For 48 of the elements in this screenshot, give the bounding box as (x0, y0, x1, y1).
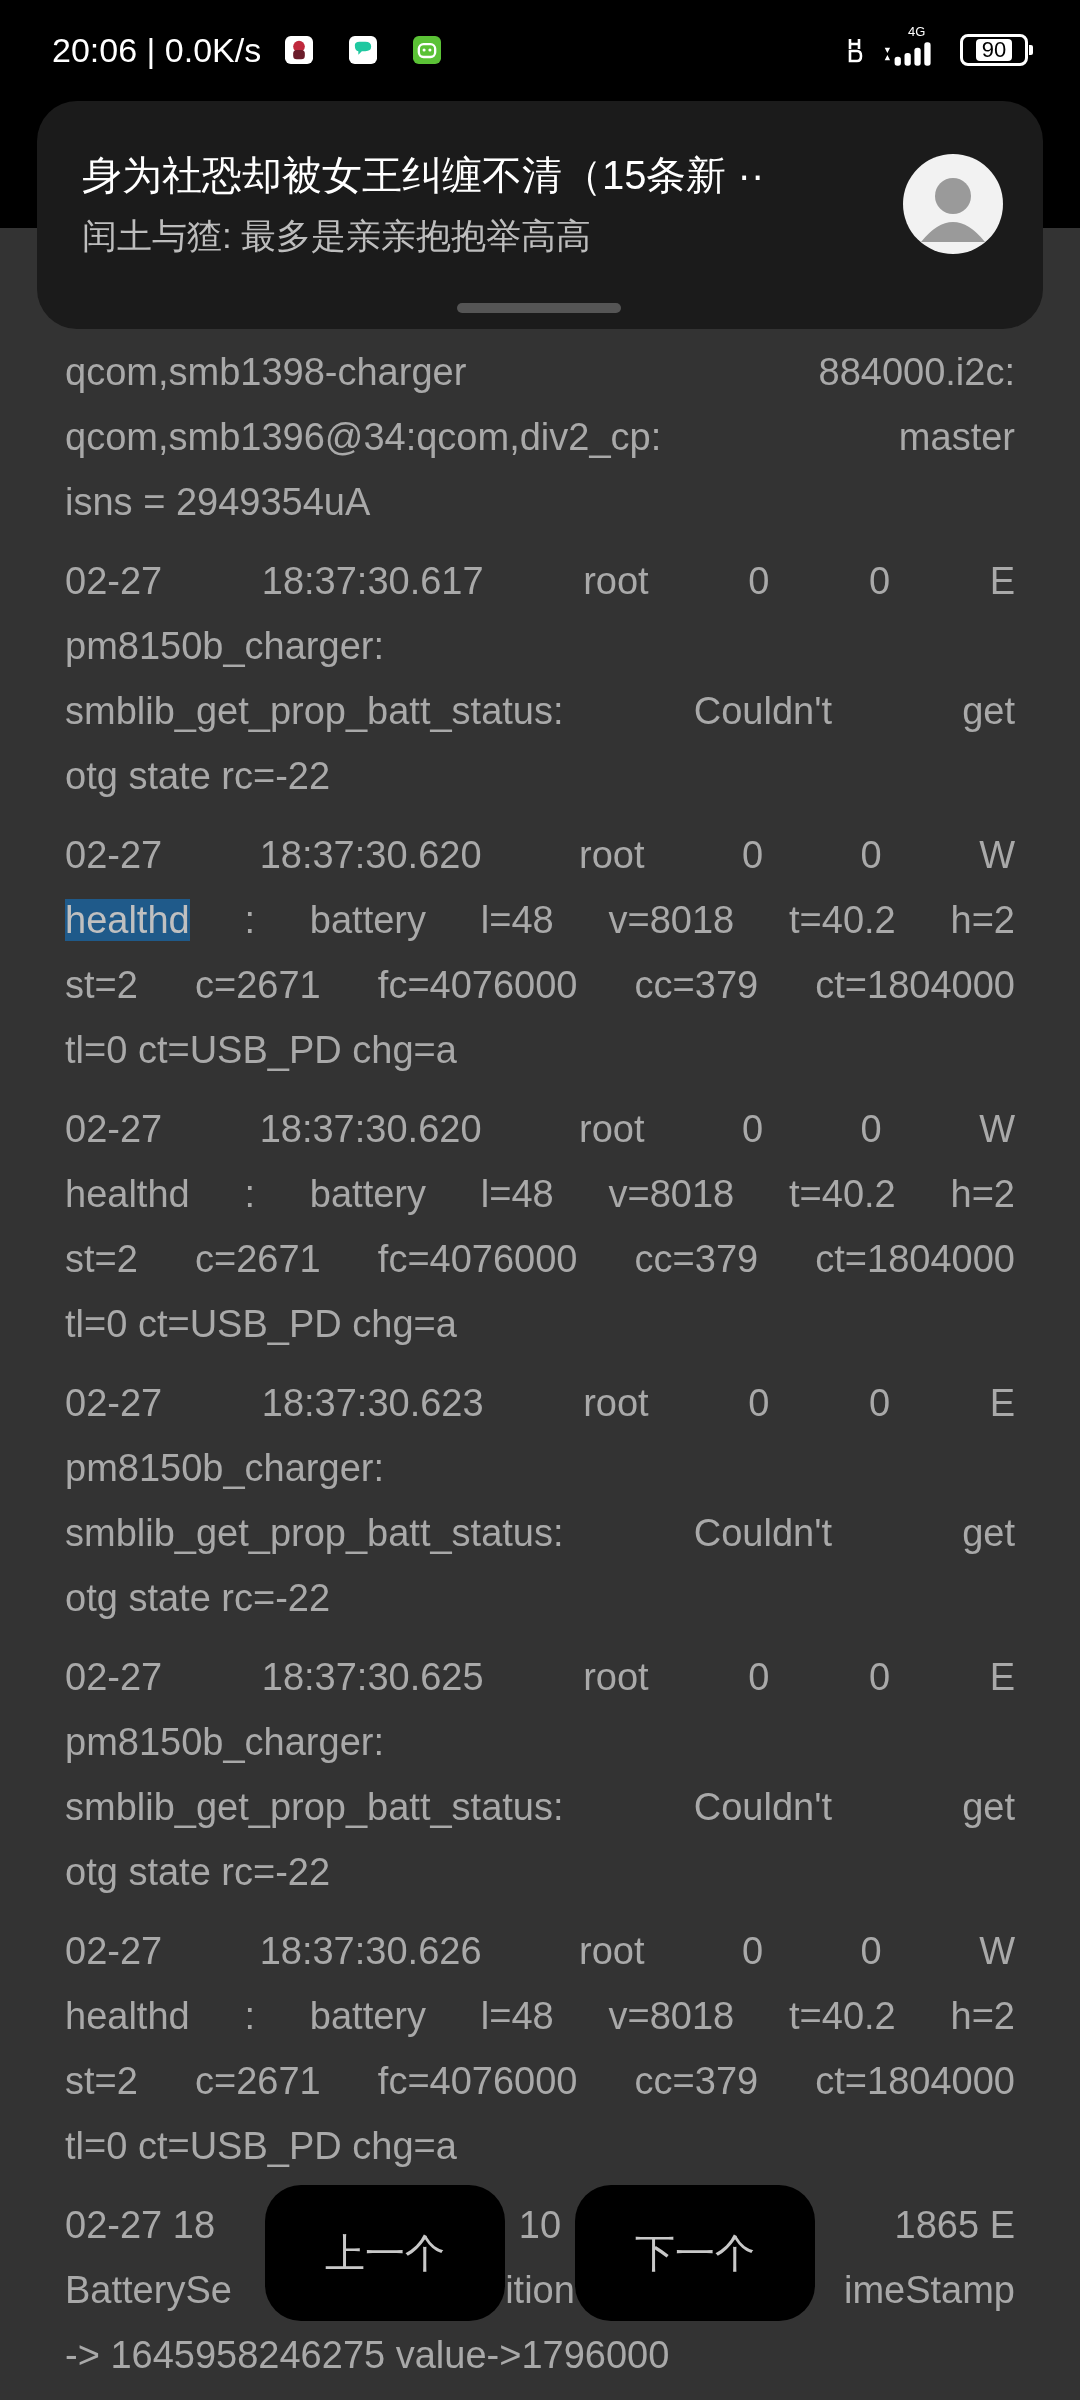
log-line: otg state rc=-22 (65, 1576, 332, 1621)
log-line: smblib_get_prop_batt_status: Couldn't get (65, 689, 1015, 734)
log-line: 02-27 18:37:30.620 root 0 0 W (65, 833, 1015, 878)
log-line: st=2 c=2671 fc=4076000 cc=379 ct=1804000 (65, 2059, 1015, 2104)
log-line: tl=0 ct=USB_PD chg=a (65, 1028, 458, 1073)
handle[interactable] (457, 303, 621, 313)
log-line: -> 1645958246275 value->1796000 (65, 2333, 671, 2378)
log-line: st=2 c=2671 fc=4076000 cc=379 ct=1804000 (65, 1237, 1015, 1282)
log-line: healthd : battery l=48 v=8018 t=40.2 h=2 (65, 1994, 1015, 2039)
log-text: : battery l=48 v=8018 t=40.2 h=2 (243, 899, 1015, 941)
battery-percent: 90 (975, 39, 1013, 61)
log-text: 02-27 18 (65, 2203, 216, 2248)
hd-icon (848, 37, 864, 63)
log-line: otg state rc=-22 (65, 754, 332, 799)
log-line: 02-27 18:37:30.623 root 0 0 E (65, 1381, 1015, 1426)
log-line: tl=0 ct=USB_PD chg=a (65, 2124, 458, 2169)
next-button[interactable]: 下一个 (575, 2185, 815, 2321)
log-text: BatterySe (65, 2268, 233, 2313)
robot-icon (413, 36, 442, 64)
log-line: 02-27 18:37:30.617 root 0 0 E (65, 559, 1015, 604)
log-line: pm8150b_charger: (65, 1446, 385, 1491)
network-type: 4G (908, 24, 926, 39)
log-line: 02-27 18:37:30.625 root 0 0 E (65, 1655, 1015, 1700)
log-line: smblib_get_prop_batt_status: Couldn't get (65, 1511, 1015, 1556)
notification-title: 身为社恐却被女王纠缠不清（15条新 ·· (82, 152, 766, 199)
status-time: 20:06 | 0.0K/s (52, 30, 262, 70)
log-line: 02-27 18:37:30.626 root 0 0 W (65, 1929, 1015, 1974)
log-line: pm8150b_charger: (65, 1720, 385, 1765)
log-text: imeStamp (842, 2268, 1015, 2313)
log-line: qcom,smb1396@34:qcom,div2_cp: master (65, 415, 1015, 460)
log-text: 10 (517, 2203, 563, 2248)
chat-bubble-icon (349, 36, 378, 64)
log-line: 02-27 18:37:30.620 root 0 0 W (65, 1107, 1015, 1152)
log-line: pm8150b_charger: (65, 624, 385, 669)
notification-message: 闰土与猹: 最多是亲亲抱抱举高高 (82, 215, 593, 257)
figure-icon (285, 36, 314, 64)
log-line: isns = 2949354uA (65, 480, 372, 525)
log-line: st=2 c=2671 fc=4076000 cc=379 ct=1804000 (65, 963, 1015, 1008)
log-line: tl=0 ct=USB_PD chg=a (65, 1302, 458, 1347)
log-line: healthd : battery l=48 v=8018 t=40.2 h=2 (65, 1172, 1015, 1217)
log-line: smblib_get_prop_batt_status: Couldn't get (65, 1785, 1015, 1830)
log-line: qcom,smb1398-charger 884000.i2c: (65, 350, 1015, 395)
log-text: ition (505, 2268, 575, 2313)
log-line: otg state rc=-22 (65, 1850, 332, 1895)
log-text: 1865 E (893, 2203, 1015, 2248)
notification-card[interactable]: 身为社恐却被女王纠缠不清（15条新 ·· 闰土与猹: 最多是亲亲抱抱举高高 (37, 101, 1043, 329)
search-match: healthd (65, 899, 190, 941)
previous-button[interactable]: 上一个 (265, 2185, 505, 2321)
